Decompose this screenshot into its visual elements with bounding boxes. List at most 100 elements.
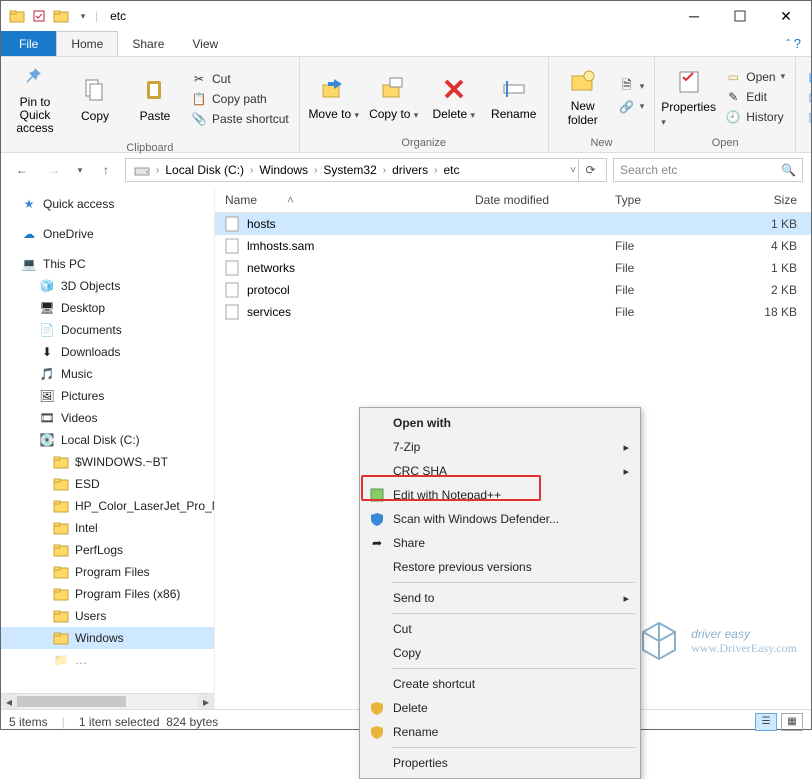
- ctx-restore-versions[interactable]: Restore previous versions: [363, 555, 637, 579]
- tree-item[interactable]: Program Files: [1, 561, 214, 583]
- new-folder-button[interactable]: New folder: [555, 64, 611, 128]
- paste-shortcut-button[interactable]: 📎Paste shortcut: [187, 110, 293, 128]
- move-to-button[interactable]: Move to ▾: [306, 71, 362, 123]
- tab-home[interactable]: Home: [56, 31, 118, 56]
- scroll-thumb[interactable]: [17, 696, 126, 707]
- breadcrumb-seg[interactable]: Local Disk (C:): [161, 163, 248, 177]
- tree-item[interactable]: 📄Documents: [1, 319, 214, 341]
- ctx-send-to[interactable]: Send to▸: [363, 586, 637, 610]
- ctx-7zip[interactable]: 7-Zip▸: [363, 435, 637, 459]
- tree-item[interactable]: 🖥Desktop: [1, 297, 214, 319]
- ctx-properties[interactable]: Properties: [363, 751, 637, 775]
- tree-item[interactable]: PerfLogs: [1, 539, 214, 561]
- tree-item[interactable]: ⬇Downloads: [1, 341, 214, 363]
- drive-icon[interactable]: [130, 162, 154, 178]
- open-button[interactable]: ▭Open▾: [721, 68, 789, 86]
- ctx-share[interactable]: ➦Share: [363, 531, 637, 555]
- paste-button[interactable]: Paste: [127, 73, 183, 125]
- tree-item[interactable]: Windows: [1, 627, 214, 649]
- tab-view[interactable]: View: [178, 31, 232, 56]
- copy-path-button[interactable]: 📋Copy path: [187, 90, 293, 108]
- tree-quick-access[interactable]: ★Quick access: [1, 193, 214, 215]
- pin-quick-access-button[interactable]: Pin to Quick access: [7, 60, 63, 138]
- select-none-button[interactable]: ▢Select none: [802, 88, 812, 106]
- refresh-button[interactable]: ⟳: [578, 158, 602, 182]
- tree-item[interactable]: 🎞Videos: [1, 407, 214, 429]
- rename-button[interactable]: Rename: [486, 71, 542, 123]
- breadcrumb-seg[interactable]: Windows: [255, 163, 312, 177]
- folder-icon: [53, 476, 69, 492]
- nav-forward-button[interactable]: →: [41, 157, 67, 183]
- file-row[interactable]: hosts1 KB: [215, 213, 811, 235]
- tree-onedrive[interactable]: ☁OneDrive: [1, 223, 214, 245]
- close-button[interactable]: ✕: [763, 1, 809, 31]
- ctx-copy[interactable]: Copy: [363, 641, 637, 665]
- history-button[interactable]: 🕘History: [721, 108, 789, 126]
- tree-item[interactable]: 💽Local Disk (C:): [1, 429, 214, 451]
- ctx-cut[interactable]: Cut: [363, 617, 637, 641]
- chevron-right-icon[interactable]: ›: [156, 165, 159, 176]
- ctx-delete[interactable]: Delete: [363, 696, 637, 720]
- tree-item[interactable]: 🧊3D Objects: [1, 275, 214, 297]
- chevron-down-icon[interactable]: ˅: [570, 165, 576, 176]
- col-size[interactable]: Size: [715, 193, 811, 207]
- scroll-track[interactable]: [17, 694, 198, 709]
- minimize-button[interactable]: ─: [671, 1, 717, 31]
- copy-button[interactable]: Copy: [67, 73, 123, 125]
- file-row[interactable]: servicesFile18 KB: [215, 301, 811, 323]
- nav-recent-button[interactable]: ▾: [73, 157, 87, 183]
- tab-share[interactable]: Share: [118, 31, 178, 56]
- nav-up-button[interactable]: ↑: [93, 157, 119, 183]
- maximize-button[interactable]: [717, 1, 763, 31]
- tree-this-pc[interactable]: 💻This PC: [1, 253, 214, 275]
- invert-selection-button[interactable]: ◨Invert selection: [802, 108, 812, 126]
- col-type[interactable]: Type: [615, 193, 715, 207]
- scroll-left-button[interactable]: ◂: [1, 694, 17, 709]
- column-headers[interactable]: Name˄ Date modified Type Size: [215, 187, 811, 213]
- delete-button[interactable]: Delete ▾: [426, 71, 482, 123]
- file-row[interactable]: networksFile1 KB: [215, 257, 811, 279]
- tab-file[interactable]: File: [1, 31, 56, 56]
- folder-icon: 📁: [53, 652, 69, 668]
- copy-to-button[interactable]: Copy to ▾: [366, 71, 422, 123]
- file-row[interactable]: lmhosts.samFile4 KB: [215, 235, 811, 257]
- qat-dropdown-icon[interactable]: ▾: [73, 6, 93, 26]
- scroll-right-button[interactable]: ▸: [198, 694, 214, 709]
- tree-item[interactable]: $WINDOWS.~BT: [1, 451, 214, 473]
- tree-item[interactable]: HP_Color_LaserJet_Pro_M: [1, 495, 214, 517]
- breadcrumb-seg[interactable]: etc: [439, 163, 463, 177]
- edit-button[interactable]: ✎Edit: [721, 88, 789, 106]
- cut-button[interactable]: ✂Cut: [187, 70, 293, 88]
- ctx-edit-notepadpp[interactable]: Edit with Notepad++: [363, 483, 637, 507]
- ctx-rename[interactable]: Rename: [363, 720, 637, 744]
- tree-item[interactable]: Program Files (x86): [1, 583, 214, 605]
- tree-item[interactable]: Intel: [1, 517, 214, 539]
- tree-item-cut[interactable]: 📁…: [1, 649, 214, 671]
- ctx-open-with[interactable]: Open with: [363, 411, 637, 435]
- ribbon-collapse-icon[interactable]: ˆ ?: [786, 36, 801, 51]
- tree-item[interactable]: ESD: [1, 473, 214, 495]
- properties-icon[interactable]: [29, 6, 49, 26]
- search-input[interactable]: Search etc 🔍: [613, 158, 803, 182]
- file-row[interactable]: protocolFile2 KB: [215, 279, 811, 301]
- breadcrumb[interactable]: › Local Disk (C:)› Windows› System32› dr…: [125, 158, 607, 182]
- ctx-crc-sha[interactable]: CRC SHA▸: [363, 459, 637, 483]
- tree-horizontal-scrollbar[interactable]: ◂ ▸: [1, 693, 214, 709]
- select-all-button[interactable]: ▦Select all: [802, 68, 812, 86]
- breadcrumb-seg[interactable]: drivers: [388, 163, 432, 177]
- tree-item[interactable]: 🖼Pictures: [1, 385, 214, 407]
- col-name[interactable]: Name˄: [225, 193, 475, 207]
- ctx-create-shortcut[interactable]: Create shortcut: [363, 672, 637, 696]
- tree-item[interactable]: Users: [1, 605, 214, 627]
- easy-access-button[interactable]: 🔗▾: [615, 98, 649, 116]
- view-thumbnails-button[interactable]: ▦: [781, 713, 803, 731]
- new-item-button[interactable]: 🗎▾: [615, 78, 649, 96]
- nav-tree[interactable]: ★Quick access ☁OneDrive 💻This PC 🧊3D Obj…: [1, 187, 215, 709]
- nav-back-button[interactable]: ←: [9, 157, 35, 183]
- properties-button[interactable]: Properties ▾: [661, 64, 717, 130]
- col-date[interactable]: Date modified: [475, 193, 615, 207]
- tree-item[interactable]: 🎵Music: [1, 363, 214, 385]
- view-details-button[interactable]: ☰: [755, 713, 777, 731]
- ctx-windows-defender[interactable]: Scan with Windows Defender...: [363, 507, 637, 531]
- breadcrumb-seg[interactable]: System32: [319, 163, 380, 177]
